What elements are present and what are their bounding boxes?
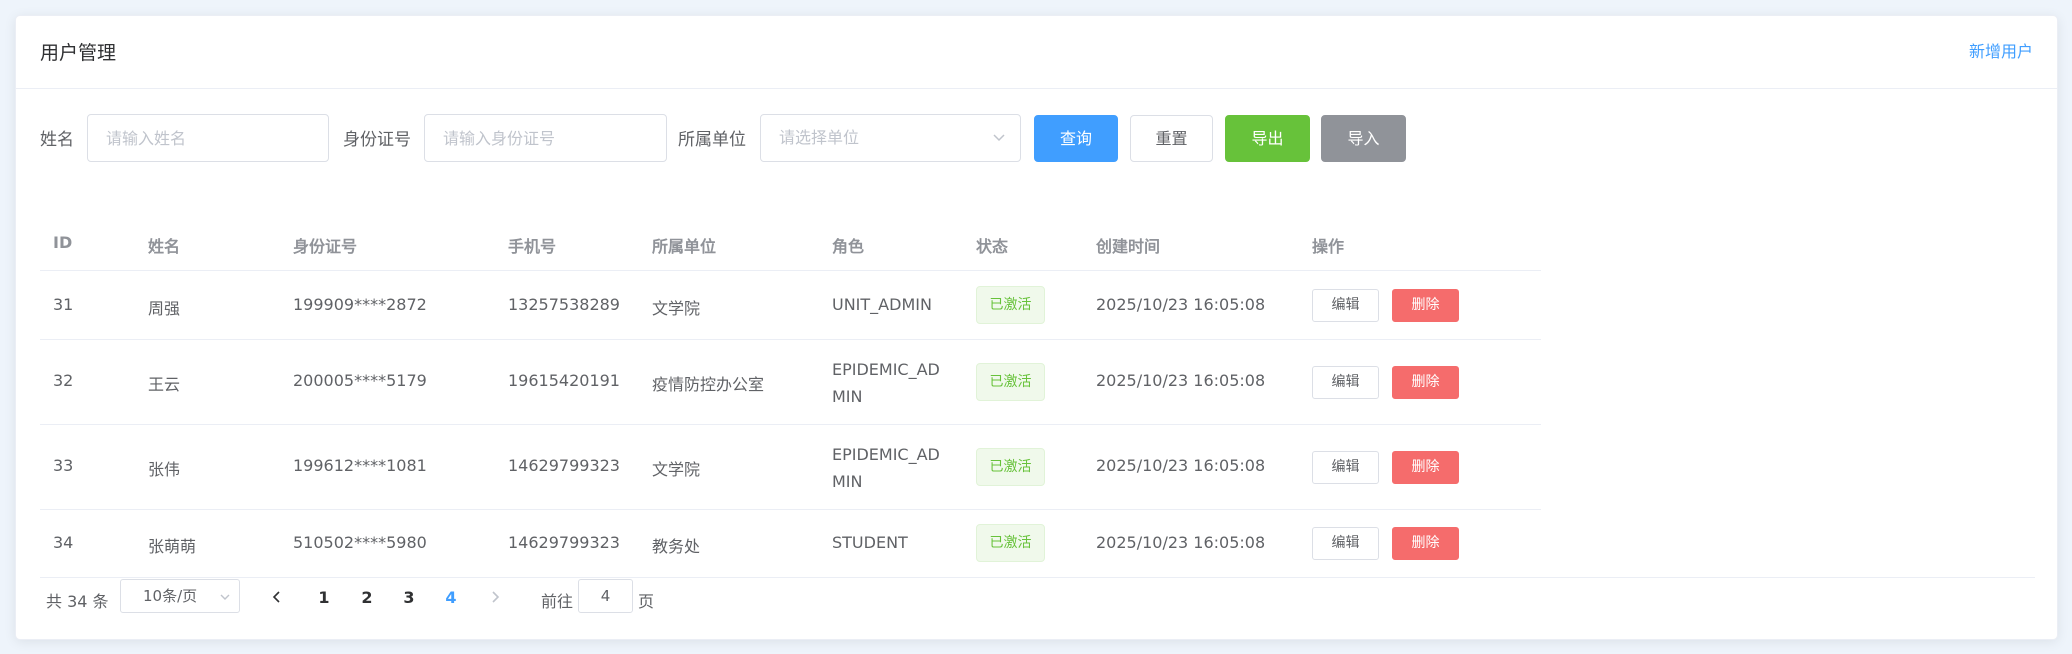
cell-id: 32 [53,371,74,390]
cell-phone: 14629799323 [508,533,620,552]
chevron-down-icon [220,594,230,600]
cell-created: 2025/10/23 16:05:08 [1096,533,1266,552]
status-badge: 已激活 [976,286,1045,324]
delete-button[interactable]: 删除 [1392,527,1459,560]
page-3[interactable]: 3 [397,588,421,607]
cell-id: 33 [53,456,74,475]
table-header: ID 姓名 身份证号 手机号 所属单位 角色 状态 创建时间 操作 [40,216,1541,271]
cell-created: 2025/10/23 16:05:08 [1096,295,1266,314]
export-button[interactable]: 导出 [1225,115,1310,162]
cell-name: 王云 [148,375,181,394]
name-filter-label: 姓名 [40,130,74,150]
column-header-status: 状态 [976,237,1009,256]
column-header-name: 姓名 [148,237,181,256]
goto-prefix: 前往 [541,592,574,611]
column-header-phone: 手机号 [508,237,557,256]
edit-button[interactable]: 编辑 [1312,366,1379,399]
cell-phone: 14629799323 [508,456,620,475]
cell-idcard: 510502****5980 [293,533,427,552]
page-title: 用户管理 [40,42,117,64]
table-row: 33 张伟 199612****1081 14629799323 文学院 EPI… [40,425,1541,510]
cell-role: EPIDEMIC_ADMIN [832,445,940,491]
cell-role: UNIT_ADMIN [832,295,932,314]
delete-button[interactable]: 删除 [1392,289,1459,322]
delete-button[interactable]: 删除 [1392,451,1459,484]
card-header: 用户管理 新增用户 [16,16,2057,89]
cell-idcard: 200005****5179 [293,371,427,390]
cell-role: EPIDEMIC_ADMIN [832,360,940,406]
cell-created: 2025/10/23 16:05:08 [1096,456,1266,475]
cell-phone: 19615420191 [508,371,620,390]
query-button[interactable]: 查询 [1034,115,1118,162]
goto-suffix: 页 [638,592,655,611]
column-header-role: 角色 [832,237,865,256]
cell-unit: 教务处 [652,537,701,556]
cell-id: 34 [53,533,74,552]
page-1[interactable]: 1 [312,588,336,607]
unit-select-placeholder: 请选择单位 [779,128,860,147]
cell-unit: 文学院 [652,460,701,479]
status-badge: 已激活 [976,448,1045,486]
delete-button[interactable]: 删除 [1392,366,1459,399]
table-row: 34 张萌萌 510502****5980 14629799323 教务处 ST… [40,510,1541,578]
next-page-icon[interactable] [488,589,502,605]
user-management-card: 用户管理 新增用户 姓名 身份证号 所属单位 请选择单位 查询 重置 导出 导入… [15,15,2058,640]
goto-page-input[interactable]: 4 [578,579,633,613]
page-2[interactable]: 2 [355,588,379,607]
status-badge: 已激活 [976,363,1045,401]
cell-idcard: 199612****1081 [293,456,427,475]
column-header-idcard: 身份证号 [293,237,358,256]
table-row: 32 王云 200005****5179 19615420191 疫情防控办公室… [40,340,1541,425]
column-header-actions: 操作 [1312,237,1345,256]
user-table: ID 姓名 身份证号 手机号 所属单位 角色 状态 创建时间 操作 31 周强 … [40,216,1541,578]
reset-button[interactable]: 重置 [1130,115,1213,162]
edit-button[interactable]: 编辑 [1312,451,1379,484]
cell-unit: 疫情防控办公室 [652,375,765,394]
cell-unit: 文学院 [652,299,701,318]
cell-name: 周强 [148,299,181,318]
status-badge: 已激活 [976,524,1045,562]
column-header-unit: 所属单位 [652,237,717,256]
edit-button[interactable]: 编辑 [1312,527,1379,560]
cell-id: 31 [53,295,74,314]
cell-created: 2025/10/23 16:05:08 [1096,371,1266,390]
edit-button[interactable]: 编辑 [1312,289,1379,322]
cell-role: STUDENT [832,533,908,552]
page-size-select[interactable]: 10条/页 [120,579,240,613]
prev-page-icon[interactable] [270,589,284,605]
unit-select[interactable]: 请选择单位 [760,114,1021,162]
page-size-value: 10条/页 [143,587,198,605]
add-user-link[interactable]: 新增用户 [1969,38,2033,62]
column-header-id: ID [53,233,73,252]
cell-name: 张伟 [148,460,181,479]
import-button[interactable]: 导入 [1321,115,1406,162]
column-header-created: 创建时间 [1096,237,1161,256]
chevron-down-icon [993,134,1005,142]
cell-name: 张萌萌 [148,537,197,556]
idcard-input[interactable] [424,114,667,162]
idcard-filter-label: 身份证号 [343,130,411,150]
unit-filter-label: 所属单位 [678,130,746,150]
cell-phone: 13257538289 [508,295,620,314]
page-4-current[interactable]: 4 [439,588,463,607]
pagination-total: 共 34 条 [46,592,109,611]
cell-idcard: 199909****2872 [293,295,427,314]
pagination-divider [40,577,2035,578]
table-row: 31 周强 199909****2872 13257538289 文学院 UNI… [40,271,1541,340]
name-input[interactable] [87,114,329,162]
